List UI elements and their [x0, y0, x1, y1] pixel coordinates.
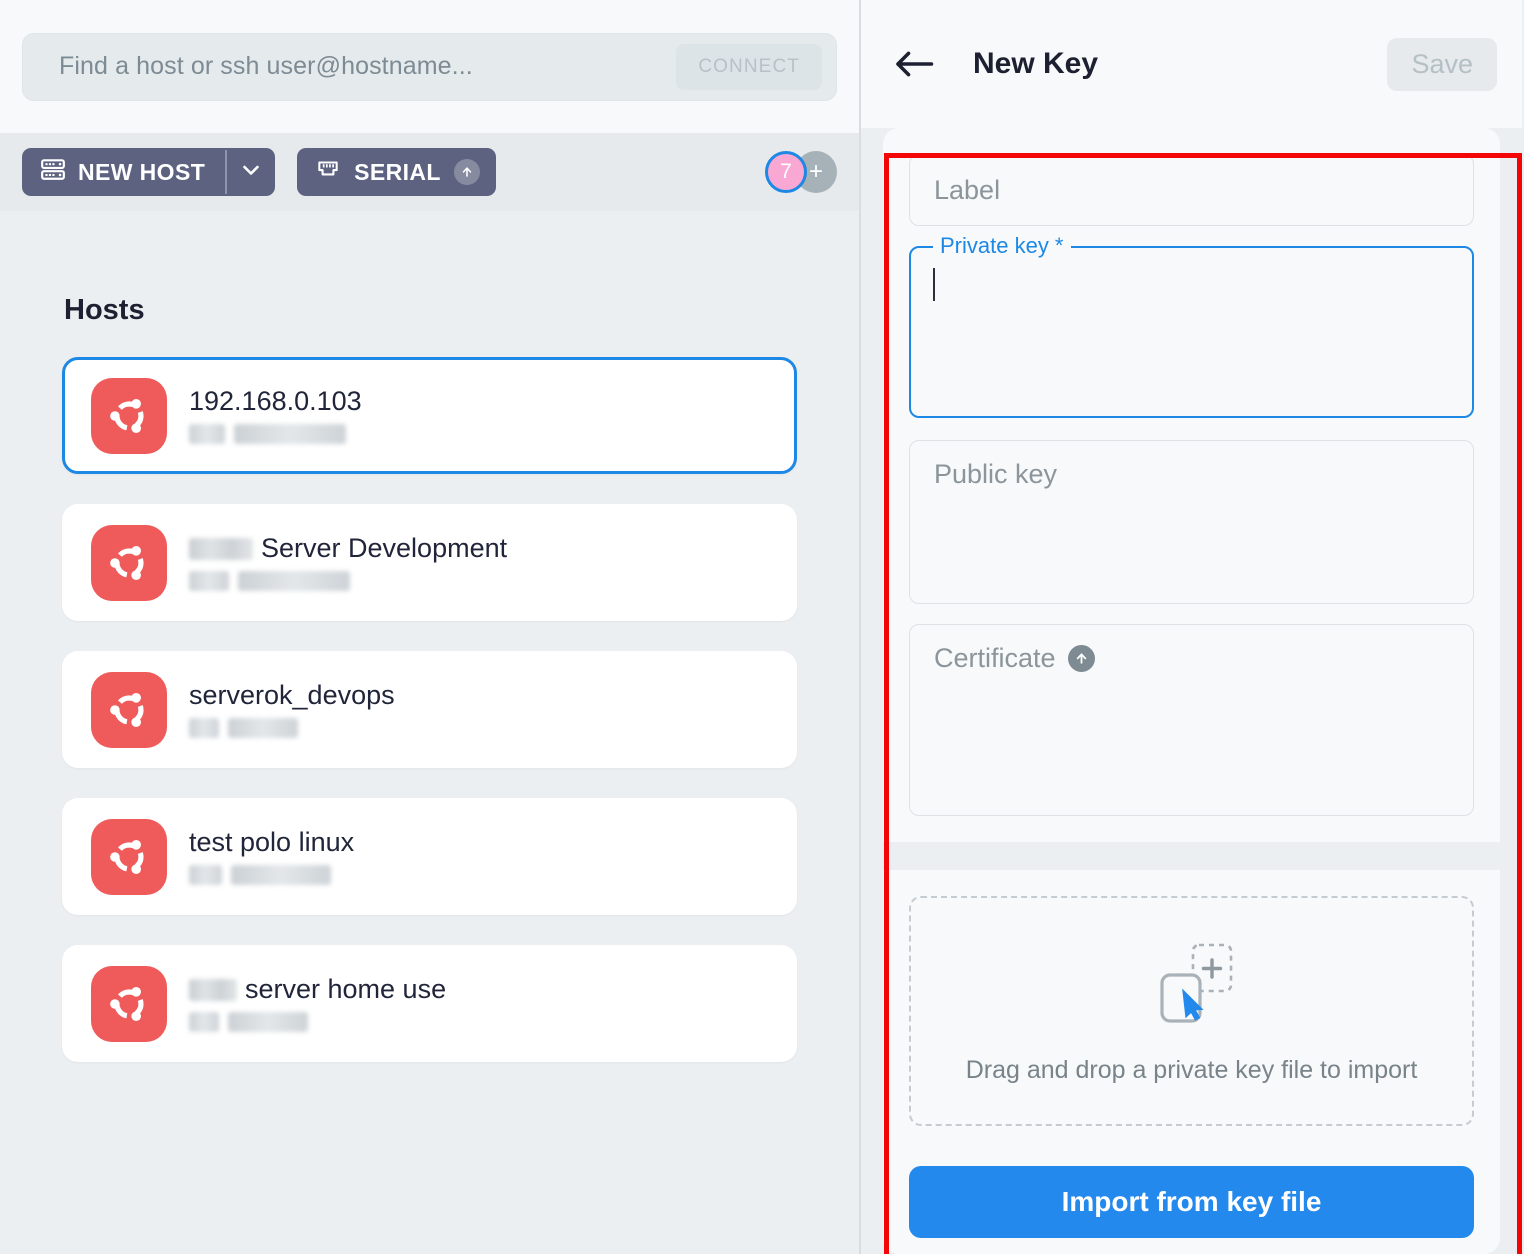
host-name-text: test polo linux	[189, 827, 354, 858]
host-subtitle-redacted	[189, 864, 354, 886]
host-name-text: serverok_devops	[189, 680, 395, 711]
host-text-block: test polo linux	[189, 827, 354, 886]
import-from-key-file-button[interactable]: Import from key file	[909, 1166, 1474, 1238]
host-text-block: 192.168.0.103	[189, 386, 362, 445]
host-list-item[interactable]: serverok_devops	[62, 651, 797, 768]
host-name: Server Development	[189, 533, 507, 564]
host-subtitle-redacted	[189, 570, 507, 592]
label-field-placeholder: Label	[934, 175, 1000, 206]
host-text-block: server home use	[189, 974, 446, 1033]
card-separator	[861, 842, 1522, 870]
public-key-placeholder: Public key	[934, 459, 1057, 489]
arrow-left-icon[interactable]	[895, 49, 935, 79]
redacted-text-chip	[231, 865, 331, 885]
redacted-text-chip	[234, 424, 346, 444]
redacted-text-chip	[189, 979, 237, 1001]
chevron-down-icon	[239, 158, 263, 187]
host-name: serverok_devops	[189, 680, 395, 711]
new-host-button[interactable]: NEW HOST	[22, 148, 225, 196]
save-button[interactable]: Save	[1387, 38, 1497, 91]
host-name-text: Server Development	[261, 533, 507, 564]
search-bar[interactable]: Find a host or ssh user@hostname... CONN…	[22, 33, 837, 101]
new-key-header: New Key Save	[861, 0, 1522, 128]
redacted-text-chip	[189, 424, 225, 444]
hosts-panel: Find a host or ssh user@hostname... CONN…	[0, 0, 861, 1254]
host-name: test polo linux	[189, 827, 354, 858]
session-controls: + 7	[765, 151, 837, 193]
ubuntu-logo-icon	[91, 672, 167, 748]
server-rack-icon	[40, 156, 66, 188]
private-key-field[interactable]: Private key *	[909, 246, 1474, 418]
serial-button[interactable]: SERIAL	[297, 148, 496, 196]
session-count-badge[interactable]: 7	[765, 151, 807, 193]
app-window: Find a host or ssh user@hostname... CONN…	[0, 0, 1524, 1254]
dropzone-text: Drag and drop a private key file to impo…	[966, 1056, 1418, 1085]
search-input[interactable]: Find a host or ssh user@hostname...	[59, 52, 676, 81]
host-text-block: Server Development	[189, 533, 507, 592]
arrow-up-circle-icon	[454, 159, 480, 185]
hosts-list-area: Hosts 192.168.0.103 Server Development ser…	[0, 211, 859, 1254]
redacted-text-chip	[189, 865, 222, 885]
host-name: server home use	[189, 974, 446, 1005]
certificate-field[interactable]: Certificate	[909, 624, 1474, 816]
serial-label: SERIAL	[354, 159, 441, 186]
host-subtitle-redacted	[189, 1011, 446, 1033]
hosts-toolbar: NEW HOST	[0, 133, 859, 211]
host-list-item[interactable]: server home use	[62, 945, 797, 1062]
ubuntu-logo-icon	[91, 525, 167, 601]
certificate-placeholder: Certificate	[934, 643, 1056, 674]
host-subtitle-redacted	[189, 717, 395, 739]
redacted-text-chip	[238, 571, 350, 591]
redacted-text-chip	[228, 718, 298, 738]
new-key-form: Label Private key * Public key Certifica…	[861, 128, 1522, 1254]
new-key-panel: New Key Save Label Private key * Public …	[861, 0, 1522, 1254]
redacted-text-chip	[189, 538, 253, 560]
search-bar-container: Find a host or ssh user@hostname... CONN…	[0, 0, 859, 133]
text-caret	[933, 268, 935, 301]
key-fields-card: Label Private key * Public key Certifica…	[883, 128, 1500, 842]
private-key-label: Private key *	[933, 233, 1071, 259]
hosts-heading: Hosts	[64, 294, 797, 327]
label-field[interactable]: Label	[909, 154, 1474, 226]
redacted-text-chip	[189, 571, 229, 591]
import-card: Drag and drop a private key file to impo…	[883, 870, 1500, 1254]
new-host-dropdown-button[interactable]	[227, 148, 275, 196]
certificate-label-row: Certificate	[934, 643, 1449, 674]
host-text-block: serverok_devops	[189, 680, 395, 739]
connect-button[interactable]: CONNECT	[676, 44, 822, 90]
ubuntu-logo-icon	[91, 819, 167, 895]
host-list-item[interactable]: test polo linux	[62, 798, 797, 915]
arrow-up-circle-icon[interactable]	[1068, 645, 1095, 672]
public-key-field[interactable]: Public key	[909, 440, 1474, 604]
ethernet-port-icon	[315, 156, 341, 188]
redacted-text-chip	[189, 1012, 219, 1032]
host-subtitle-redacted	[189, 423, 362, 445]
hosts-list: 192.168.0.103 Server Development serverok_…	[62, 357, 797, 1062]
file-add-cursor-icon	[1146, 937, 1238, 1034]
redacted-text-chip	[189, 718, 219, 738]
key-file-dropzone[interactable]: Drag and drop a private key file to impo…	[909, 896, 1474, 1126]
ubuntu-logo-icon	[91, 966, 167, 1042]
host-list-item[interactable]: Server Development	[62, 504, 797, 621]
host-name: 192.168.0.103	[189, 386, 362, 417]
ubuntu-logo-icon	[91, 378, 167, 454]
host-name-text: 192.168.0.103	[189, 386, 362, 417]
new-host-label: NEW HOST	[78, 159, 205, 186]
host-list-item[interactable]: 192.168.0.103	[62, 357, 797, 474]
new-host-button-group: NEW HOST	[22, 148, 275, 196]
redacted-text-chip	[228, 1012, 308, 1032]
page-title: New Key	[973, 47, 1098, 81]
import-button-wrap: Import from key file	[909, 1166, 1474, 1254]
host-name-text: server home use	[245, 974, 446, 1005]
